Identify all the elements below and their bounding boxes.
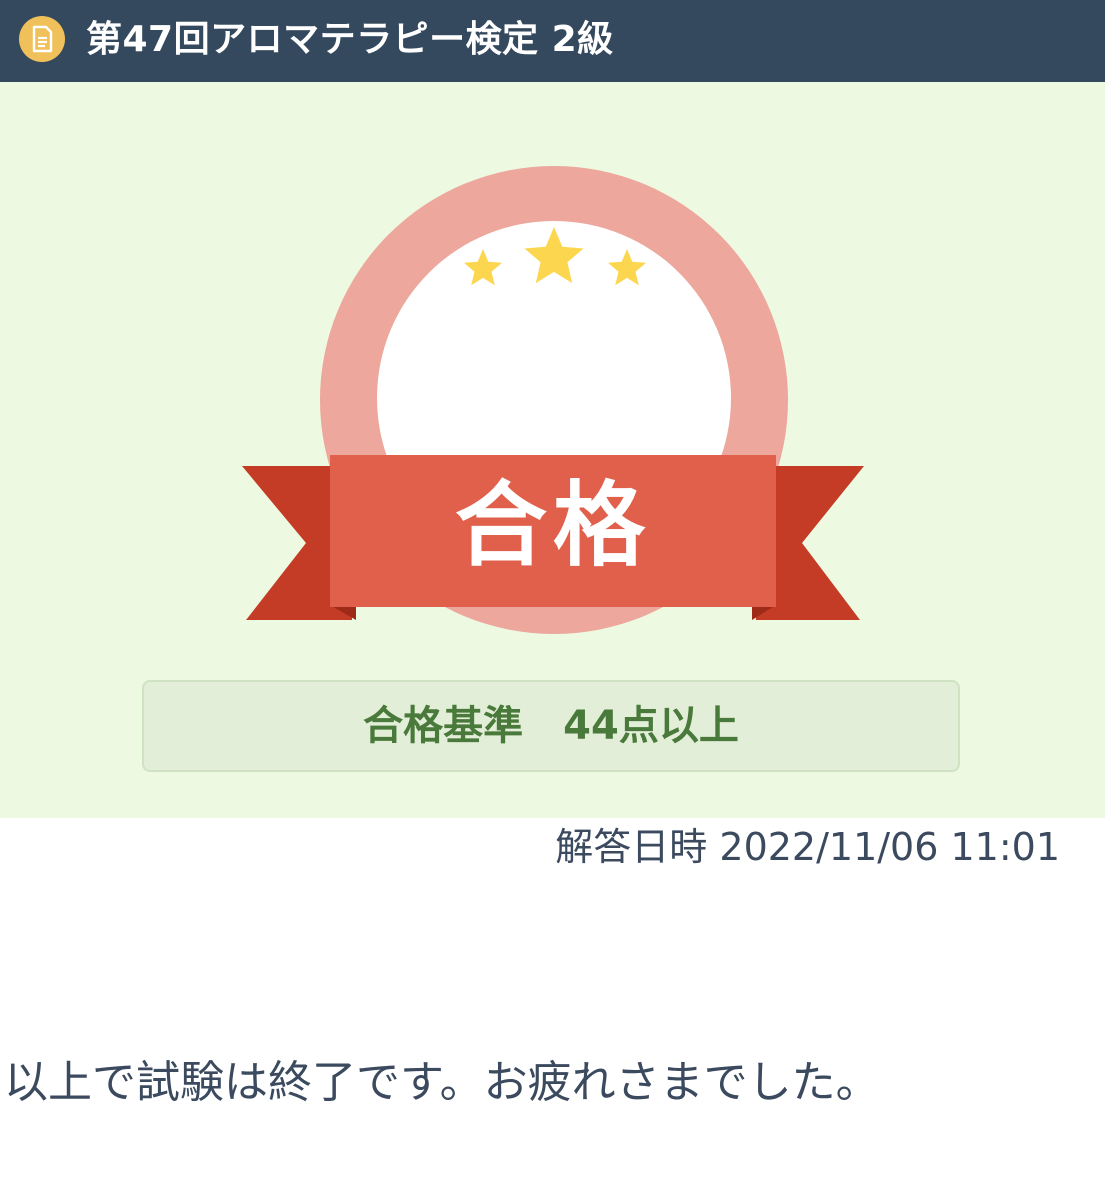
- answer-datetime: 解答日時 2022/11/06 11:01: [555, 823, 1060, 871]
- result-label: 合格: [454, 472, 651, 579]
- document-icon: [19, 16, 65, 62]
- answer-date-value: 2022/11/06 11:01: [719, 825, 1060, 869]
- page-title: 第47回アロマテラピー検定 2級: [86, 19, 614, 60]
- app-header: 第47回アロマテラピー検定 2級: [0, 0, 1105, 82]
- end-message: 以上で試験は終了です。お疲れさまでした。: [4, 1057, 880, 1108]
- passing-criteria: 合格基準 44点以上: [142, 680, 960, 772]
- result-panel: 合格 合格基準 44点以上: [0, 82, 1105, 818]
- answer-date-label: 解答日時: [555, 825, 708, 869]
